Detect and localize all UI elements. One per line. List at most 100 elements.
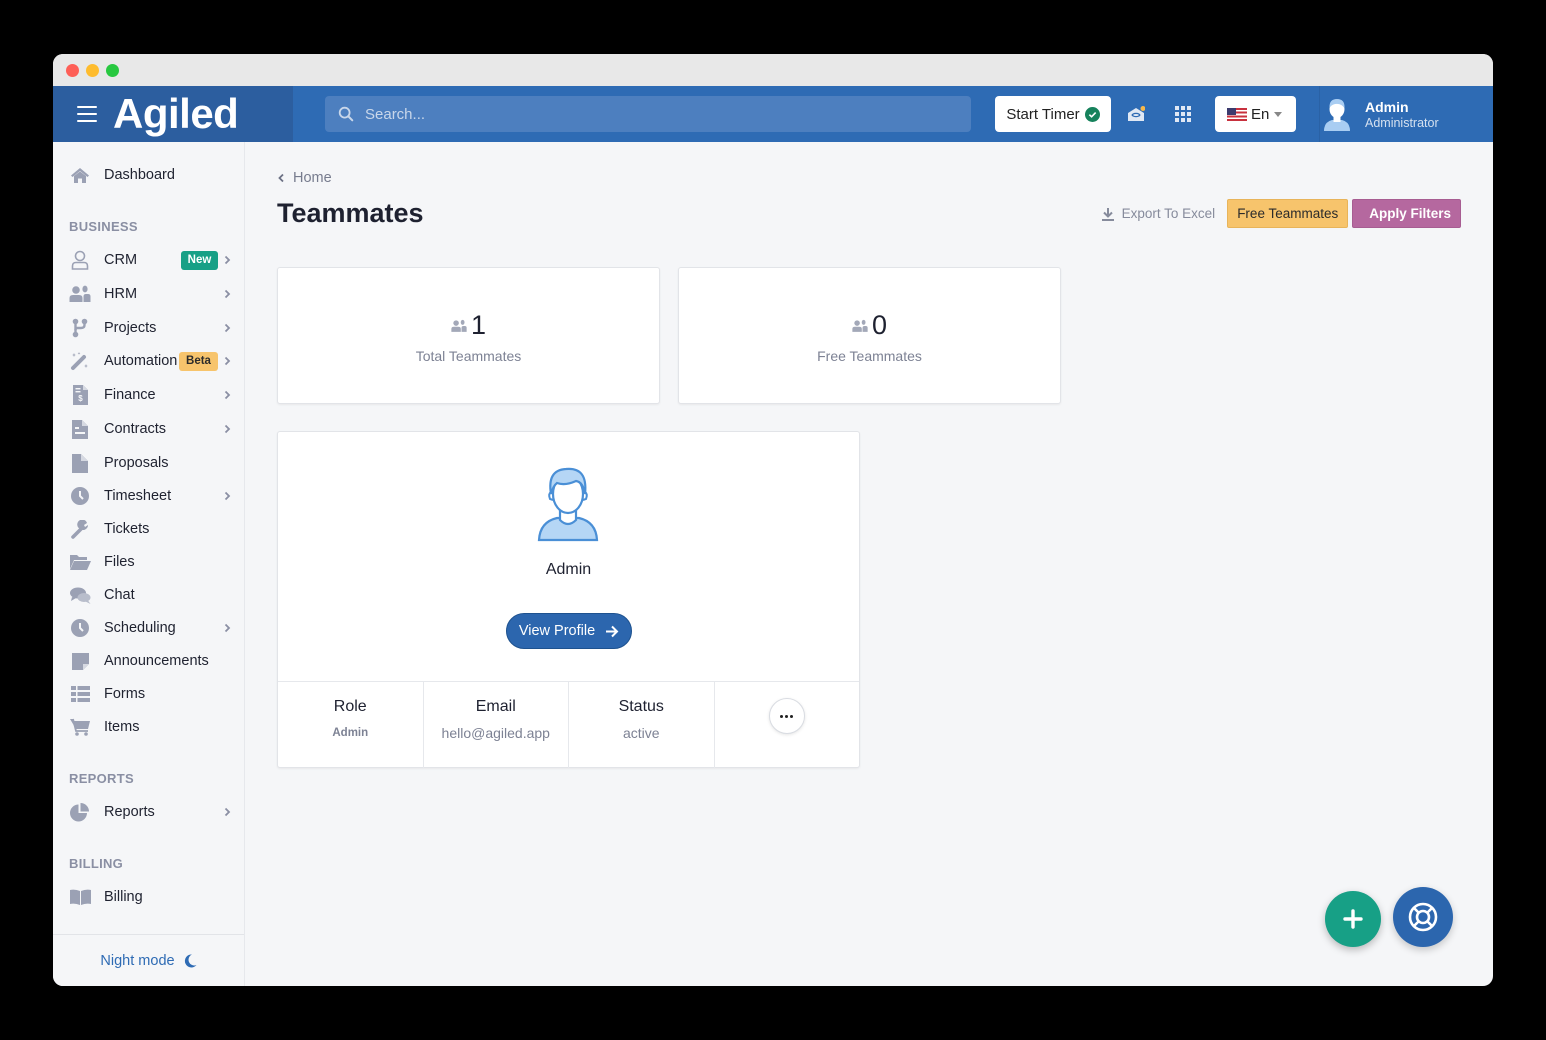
breadcrumb[interactable]: Home — [278, 170, 332, 186]
sidebar-item-label: HRM — [104, 286, 138, 302]
sidebar-item-label: Dashboard — [104, 167, 175, 183]
maximize-window-button[interactable] — [106, 64, 119, 77]
breadcrumb-home[interactable]: Home — [293, 170, 332, 186]
sidebar-item-label: Timesheet — [104, 488, 172, 504]
invoice-dollar-icon: $ — [69, 385, 91, 405]
apply-filters-button[interactable]: Apply Filters — [1352, 199, 1461, 228]
top-navbar: Agiled Start Timer En Admin Administrato… — [53, 86, 1493, 142]
brand-area: Agiled — [53, 86, 293, 142]
sidebar-item-label: Billing — [104, 889, 143, 905]
apps-grid-icon[interactable] — [1175, 106, 1191, 122]
free-teammates-button[interactable]: Free Teammates — [1227, 199, 1349, 228]
chevron-right-icon — [224, 424, 231, 434]
user-outline-icon — [69, 250, 91, 270]
book-open-icon — [69, 887, 91, 907]
sidebar-item-label: Files — [104, 554, 135, 570]
clock-icon — [69, 486, 91, 506]
chevron-right-icon — [224, 289, 231, 299]
user-name: Admin — [1365, 98, 1409, 115]
teammate-card: Admin View Profile Role Admin Email hell… — [277, 431, 860, 768]
sidebar-item-label: Contracts — [104, 421, 167, 437]
sticky-note-icon — [69, 651, 91, 671]
sidebar-item-forms[interactable]: Forms — [69, 679, 231, 709]
plus-icon — [1343, 909, 1363, 929]
list-icon — [69, 684, 91, 704]
user-avatar-icon — [537, 467, 599, 542]
ellipsis-icon — [780, 714, 793, 718]
role-value: Admin — [332, 727, 369, 739]
user-menu[interactable]: Admin Administrator — [1321, 86, 1439, 142]
contract-icon — [69, 419, 91, 439]
envelope-open-icon[interactable] — [1127, 106, 1145, 122]
sidebar-item-automation[interactable]: Automation Beta — [69, 346, 231, 376]
status-cell: Status active — [569, 682, 715, 768]
export-to-excel-button[interactable]: Export To Excel — [1101, 206, 1216, 221]
sidebar-item-timesheet[interactable]: Timesheet — [69, 481, 231, 511]
search-input[interactable] — [365, 105, 945, 123]
role-header: Role — [333, 698, 367, 715]
user-avatar-icon — [1324, 99, 1350, 131]
chevron-right-icon — [224, 323, 231, 333]
sidebar-item-reports[interactable]: Reports — [69, 797, 231, 827]
more-options-button[interactable] — [768, 698, 805, 734]
sidebar-item-label: Tickets — [104, 521, 150, 537]
sidebar-item-announcements[interactable]: Announcements — [69, 646, 231, 676]
menu-toggle-icon[interactable] — [77, 106, 97, 122]
users-icon — [69, 284, 91, 304]
svg-text:$: $ — [78, 394, 83, 403]
start-timer-button[interactable]: Start Timer — [995, 96, 1111, 132]
night-mode-label: Night mode — [100, 952, 175, 969]
stat-value: 0 — [871, 310, 888, 340]
chevron-right-icon — [224, 390, 231, 400]
file-icon — [69, 453, 91, 473]
sidebar-item-label: Reports — [104, 804, 155, 820]
sidebar-item-label: Forms — [104, 686, 146, 702]
stat-caption: Free Teammates — [817, 348, 922, 364]
sidebar-item-projects[interactable]: Projects — [69, 313, 231, 343]
email-cell: Email hello@agiled.app — [424, 682, 569, 768]
sidebar-item-hrm[interactable]: HRM — [69, 279, 231, 309]
teammate-name: Admin — [545, 561, 592, 578]
chevron-left-icon — [278, 173, 284, 183]
topbar-divider — [1319, 86, 1320, 142]
minimize-window-button[interactable] — [86, 64, 99, 77]
sidebar-item-contracts[interactable]: Contracts — [69, 414, 231, 444]
sidebar-item-scheduling[interactable]: Scheduling — [69, 613, 231, 643]
sidebar: Dashboard BUSINESS CRM New HRM Projects … — [53, 142, 245, 986]
sidebar-item-label: Finance — [104, 387, 156, 403]
sidebar-item-crm[interactable]: CRM New — [69, 245, 231, 275]
sidebar-item-billing[interactable]: Billing — [69, 882, 231, 912]
app-logo[interactable]: Agiled — [113, 90, 239, 138]
status-header: Status — [618, 698, 664, 715]
home-icon — [69, 165, 91, 185]
night-mode-toggle[interactable]: Night mode — [100, 952, 197, 969]
sidebar-item-label: Scheduling — [104, 620, 176, 636]
search-bar[interactable] — [325, 96, 971, 132]
window-titlebar — [53, 54, 1493, 86]
page-title: Teammates — [277, 198, 424, 228]
sidebar-item-finance[interactable]: $ Finance — [69, 380, 231, 410]
role-cell: Role Admin — [278, 682, 424, 768]
close-window-button[interactable] — [66, 64, 79, 77]
sidebar-item-tickets[interactable]: Tickets — [69, 514, 231, 544]
help-support-button[interactable] — [1393, 887, 1453, 947]
add-fab-button[interactable] — [1325, 891, 1381, 947]
sidebar-item-proposals[interactable]: Proposals — [69, 448, 231, 478]
sidebar-item-chat[interactable]: Chat — [69, 580, 231, 610]
export-label: Export To Excel — [1121, 206, 1216, 221]
moon-icon — [184, 953, 197, 967]
life-ring-icon — [1408, 902, 1438, 932]
app-window: Agiled Start Timer En Admin Administrato… — [53, 54, 1493, 986]
view-profile-button[interactable]: View Profile — [506, 613, 632, 649]
email-value: hello@agiled.app — [441, 725, 550, 741]
language-selector[interactable]: En — [1215, 96, 1296, 132]
magic-wand-icon — [69, 351, 91, 371]
sidebar-item-items[interactable]: Items — [69, 712, 231, 742]
sidebar-item-dashboard[interactable]: Dashboard — [69, 160, 231, 190]
sidebar-item-label: CRM — [104, 252, 138, 268]
clock-icon — [69, 618, 91, 638]
check-circle-icon — [1084, 106, 1100, 122]
chevron-right-icon — [224, 623, 231, 633]
sidebar-item-label: Announcements — [104, 653, 209, 669]
sidebar-item-files[interactable]: Files — [69, 547, 231, 577]
